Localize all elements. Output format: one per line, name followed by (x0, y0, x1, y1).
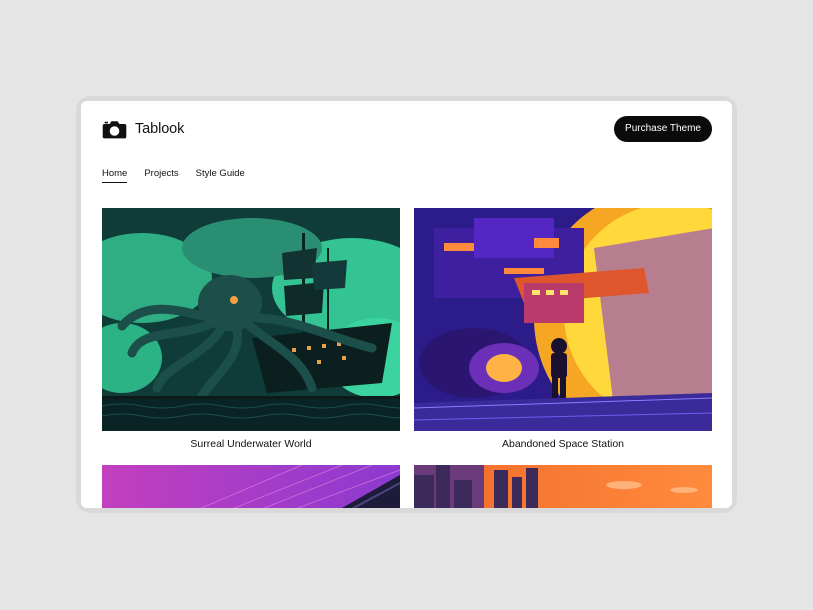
nav-item-projects[interactable]: Projects (144, 168, 178, 183)
gallery-item-image[interactable] (102, 465, 400, 508)
gallery-item-image[interactable] (414, 208, 712, 431)
nav-item-style-guide[interactable]: Style Guide (196, 168, 245, 183)
brand-link[interactable]: Tablook (102, 116, 184, 142)
purchase-theme-button[interactable]: Purchase Theme (614, 116, 712, 142)
main-nav: Home Projects Style Guide (102, 168, 245, 183)
site-header: Tablook Purchase Theme (102, 116, 712, 142)
gallery-item-title[interactable]: Abandoned Space Station (414, 438, 712, 450)
website-card: Tablook Purchase Theme Home Projects Sty… (81, 101, 732, 508)
camera-icon (102, 120, 127, 139)
nav-item-home[interactable]: Home (102, 168, 128, 183)
brand-name: Tablook (135, 121, 185, 137)
gallery-item-image[interactable] (414, 465, 712, 508)
gallery-item-image[interactable] (102, 208, 400, 431)
gallery-item-title[interactable]: Surreal Underwater World (102, 438, 400, 450)
